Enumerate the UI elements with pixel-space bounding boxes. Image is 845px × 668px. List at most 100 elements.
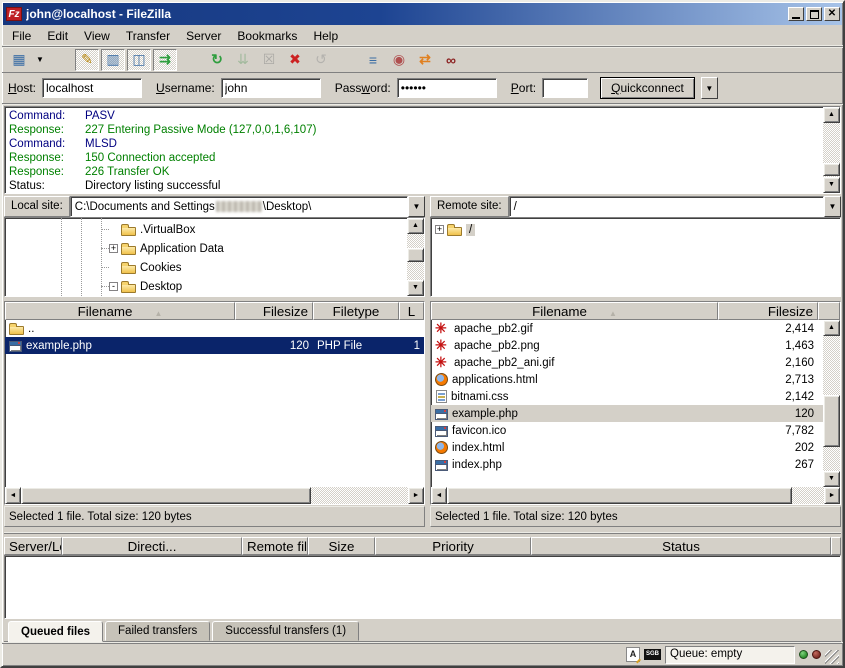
queue-tab[interactable]: Failed transfers [105,621,210,641]
toggle-remote-tree-button[interactable]: ◫ [127,49,151,71]
toggle-local-tree-button[interactable]: ▥ [101,49,125,71]
scroll-up-icon[interactable]: ▲ [823,320,840,336]
queue-column-header[interactable] [831,537,841,555]
scroll-right-icon[interactable]: ► [824,487,840,504]
column-header-filename[interactable]: Filename [431,302,718,320]
remote-path-field[interactable]: / [509,196,824,217]
sync-browse-button[interactable]: ⇄ [413,49,437,71]
tree-item[interactable]: + Application Data [5,239,407,258]
queue-tab[interactable]: Successful transfers (1) [212,621,359,641]
tree-expander[interactable]: + [435,225,444,234]
queue-column-header[interactable]: Remote file [242,537,308,555]
scroll-left-icon[interactable]: ◄ [431,487,447,504]
file-row[interactable]: index.php 267 [431,456,823,473]
scroll-thumb[interactable] [447,487,792,504]
site-manager-dropdown[interactable]: ▼ [33,49,47,71]
local-path-field[interactable]: C:\Documents and Settings\Desktop\ [70,196,408,217]
menu-item[interactable]: Help [305,27,346,45]
file-row[interactable]: example.php 120 [431,405,823,422]
filter-button[interactable]: ≡ [361,49,385,71]
file-row[interactable]: apache_pb2_ani.gif 2,160 [431,354,823,371]
menu-item[interactable]: Server [178,27,229,45]
tree-item[interactable]: + / [431,220,840,239]
tree-expander[interactable] [109,225,118,234]
column-header-lastmodified[interactable]: L [399,302,424,320]
toolbar-separator[interactable] [49,49,73,71]
speedlimit-indicator-icon[interactable]: SGB [644,649,661,660]
tree-expander[interactable]: + [109,244,118,253]
port-input[interactable] [542,78,588,98]
tree-expander[interactable] [109,263,118,272]
remote-path-dropdown[interactable]: ▼ [824,196,841,217]
queue-column-header[interactable]: Priority [375,537,531,555]
scroll-thumb[interactable] [21,487,311,504]
queue-list[interactable] [4,555,841,619]
toggle-queue-button[interactable]: ⇉ [153,49,177,71]
queue-tab[interactable]: Queued files [8,621,103,642]
refresh-button[interactable]: ↻ [205,49,229,71]
quickconnect-button[interactable]: Quickconnect [600,77,695,99]
toggle-message-log-button[interactable]: ✎ [75,49,99,71]
file-row[interactable]: bitnami.css 2,142 [431,388,823,405]
local-tree-scrollbar[interactable]: ▲ ▼ [407,218,424,296]
file-row[interactable]: apache_pb2.png 1,463 [431,337,823,354]
remote-list-scrollbar[interactable]: ▲ ▼ [823,320,840,487]
column-header-filetype[interactable]: Filetype [313,302,399,320]
tree-item[interactable]: .VirtualBox [5,220,407,239]
process-queue-button[interactable]: ⇊ [231,49,255,71]
scroll-right-icon[interactable]: ► [408,487,424,504]
file-row[interactable]: example.php 120 PHP File 1 [5,337,424,354]
scroll-thumb[interactable] [823,163,840,176]
disconnect-button[interactable]: ✖ [283,49,307,71]
queue-column-header[interactable]: Status [531,537,831,555]
menu-item[interactable]: File [4,27,39,45]
reconnect-button[interactable]: ↺ [309,49,333,71]
scroll-down-icon[interactable]: ▼ [823,177,840,193]
file-row[interactable]: apache_pb2.gif 2,414 [431,320,823,337]
file-row[interactable]: index.html 202 [431,439,823,456]
minimize-button[interactable] [788,7,804,21]
maximize-button[interactable] [806,7,822,21]
scroll-down-icon[interactable]: ▼ [823,471,840,487]
cancel-transfer-button[interactable]: ☒ [257,49,281,71]
menu-item[interactable]: Bookmarks [229,27,305,45]
local-path-dropdown[interactable]: ▼ [408,196,425,217]
host-input[interactable] [42,78,142,98]
file-row[interactable]: applications.html 2,713 [431,371,823,388]
menu-item[interactable]: View [76,27,118,45]
resize-grip[interactable] [825,650,839,664]
file-row[interactable]: favicon.ico 7,782 [431,422,823,439]
queue-column-header[interactable]: Size [308,537,375,555]
scroll-thumb[interactable] [823,395,840,447]
queue-column-header[interactable]: Server/Local file [4,537,62,555]
tree-item[interactable]: Cookies [5,258,407,277]
scroll-up-icon[interactable]: ▲ [407,218,424,234]
remote-hscrollbar[interactable]: ◄ ► [431,487,840,504]
column-header-filesize[interactable]: Filesize [235,302,313,320]
queue-column-header[interactable]: Directi... [62,537,242,555]
tree-item[interactable]: - Desktop [5,277,407,296]
menu-item[interactable]: Edit [39,27,76,45]
scroll-thumb[interactable] [407,248,424,262]
toolbar-separator[interactable] [335,49,359,71]
password-input[interactable] [397,78,497,98]
close-button[interactable]: ✕ [824,7,840,21]
find-files-button[interactable]: ∞ [439,49,463,71]
log-scrollbar[interactable]: ▲ ▼ [823,107,840,193]
quickconnect-dropdown[interactable]: ▼ [701,77,718,99]
site-manager-button[interactable]: ▦ [7,49,31,71]
transfer-type-icon[interactable]: A [626,647,640,662]
log-line-text: 226 Transfer OK [85,165,169,179]
scroll-down-icon[interactable]: ▼ [407,280,424,296]
toolbar-separator[interactable] [179,49,203,71]
tree-expander[interactable]: - [109,282,118,291]
menu-item[interactable]: Transfer [118,27,178,45]
local-hscrollbar[interactable]: ◄ ► [5,487,424,504]
column-header-filename[interactable]: Filename [5,302,235,320]
column-header-filesize[interactable]: Filesize [718,302,818,320]
scroll-left-icon[interactable]: ◄ [5,487,21,504]
file-row[interactable]: .. [5,320,424,337]
username-input[interactable] [221,78,321,98]
compare-button[interactable]: ◉ [387,49,411,71]
scroll-up-icon[interactable]: ▲ [823,107,840,123]
